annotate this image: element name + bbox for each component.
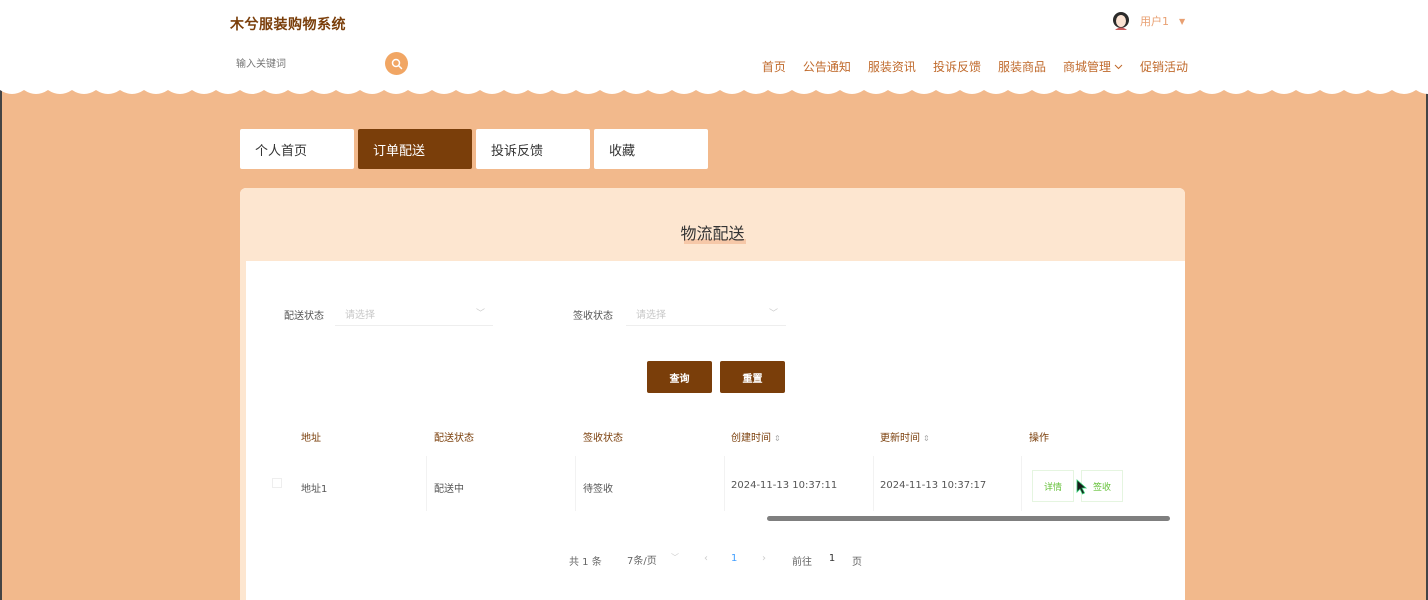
filter-delivery-status-label: 配送状态	[284, 311, 324, 322]
chevron-down-icon: ﹀	[671, 553, 679, 562]
search-icon	[391, 58, 402, 69]
query-button[interactable]: 查询	[647, 361, 712, 393]
nav-news[interactable]: 服装资讯	[868, 58, 916, 75]
nav-home[interactable]: 首页	[762, 58, 786, 75]
mouse-cursor-icon	[1076, 479, 1088, 495]
nav-mall-management[interactable]: 商城管理	[1063, 58, 1123, 75]
cell-updated-time: 2024-11-13 10:37:17	[880, 480, 987, 491]
chevron-down-icon	[1114, 64, 1123, 69]
cell-delivery-status: 配送中	[434, 484, 464, 495]
select-placeholder: 请选择	[345, 310, 375, 321]
sort-icon[interactable]: ⇕	[774, 434, 781, 443]
nav-feedback[interactable]: 投诉反馈	[933, 58, 981, 75]
chevron-down-icon: ▼	[1179, 16, 1186, 26]
page-suffix: 页	[852, 557, 862, 568]
filter-delivery-status-select[interactable]: 请选择 ﹀	[335, 298, 493, 326]
column-header-address: 地址	[301, 433, 321, 444]
search-input[interactable]	[230, 52, 380, 76]
chevron-down-icon: ﹀	[475, 309, 485, 319]
tab-order-delivery[interactable]: 订单配送	[358, 129, 472, 169]
search-button[interactable]	[385, 52, 408, 75]
detail-button[interactable]: 详情	[1032, 470, 1074, 502]
cell-created-time: 2024-11-13 10:37:11	[731, 480, 838, 491]
cell-divider	[1021, 456, 1022, 511]
tab-personal-home[interactable]: 个人首页	[240, 129, 354, 169]
main-nav: 首页 公告通知 服装资讯 投诉反馈 服装商品 商城管理 促销活动	[762, 58, 1188, 75]
column-header-updated-label: 更新时间	[880, 433, 920, 444]
goto-label: 前往	[792, 557, 812, 568]
nav-products[interactable]: 服装商品	[998, 58, 1046, 75]
prev-page-icon[interactable]: ‹	[704, 553, 708, 564]
filter-sign-status-select[interactable]: 请选择 ﹀	[626, 298, 786, 326]
column-header-actions: 操作	[1029, 433, 1049, 444]
column-header-updated[interactable]: 更新时间 ⇕	[880, 429, 930, 444]
user-menu[interactable]: 用户1 ▼	[1110, 10, 1185, 32]
nav-promotions[interactable]: 促销活动	[1140, 58, 1188, 75]
page-title: 物流配送	[680, 224, 745, 243]
chevron-down-icon: ﹀	[768, 309, 778, 319]
logistics-panel: 物流配送	[240, 188, 1185, 600]
row-checkbox[interactable]	[272, 478, 282, 488]
avatar-icon	[1113, 12, 1129, 30]
nav-announcements[interactable]: 公告通知	[803, 58, 851, 75]
cell-divider	[575, 456, 576, 511]
filter-sign-status-label: 签收状态	[573, 311, 613, 322]
column-header-created-label: 创建时间	[731, 433, 771, 444]
cell-divider	[873, 456, 874, 511]
header: 木兮服装购物系统 用户1 ▼ 首页 公告通知 服装资讯 投诉反馈 服装商品 商城…	[0, 0, 1428, 90]
column-header-delivery-status: 配送状态	[434, 433, 474, 444]
nav-mall-management-label: 商城管理	[1062, 60, 1111, 74]
search-box	[230, 52, 408, 76]
page-number[interactable]: 1	[731, 553, 737, 564]
sort-icon[interactable]: ⇕	[923, 434, 930, 443]
cell-divider	[724, 456, 725, 511]
header-wave-divider	[0, 86, 1428, 94]
brand-title: 木兮服装购物系统	[230, 17, 346, 33]
column-header-created[interactable]: 创建时间 ⇕	[731, 429, 781, 444]
pagination-total: 共 1 条	[569, 557, 602, 568]
cell-address: 地址1	[301, 484, 328, 495]
page-size-select[interactable]: 7条/页 ﹀	[615, 546, 685, 570]
goto-page-input[interactable]: 1	[818, 546, 846, 570]
cell-divider	[426, 456, 427, 511]
select-placeholder: 请选择	[636, 310, 666, 321]
tab-favorites[interactable]: 收藏	[594, 129, 708, 169]
tab-complaint-feedback[interactable]: 投诉反馈	[476, 129, 590, 169]
horizontal-scrollbar[interactable]	[767, 516, 1170, 521]
reset-button[interactable]: 重置	[720, 361, 785, 393]
next-page-icon[interactable]: ›	[762, 553, 766, 564]
user-name[interactable]: 用户1	[1140, 13, 1169, 29]
cell-sign-status: 待签收	[583, 484, 613, 495]
user-center-tabs: 个人首页 订单配送 投诉反馈 收藏	[240, 129, 708, 169]
column-header-sign-status: 签收状态	[583, 433, 623, 444]
page-size-value: 7条/页	[627, 556, 657, 567]
